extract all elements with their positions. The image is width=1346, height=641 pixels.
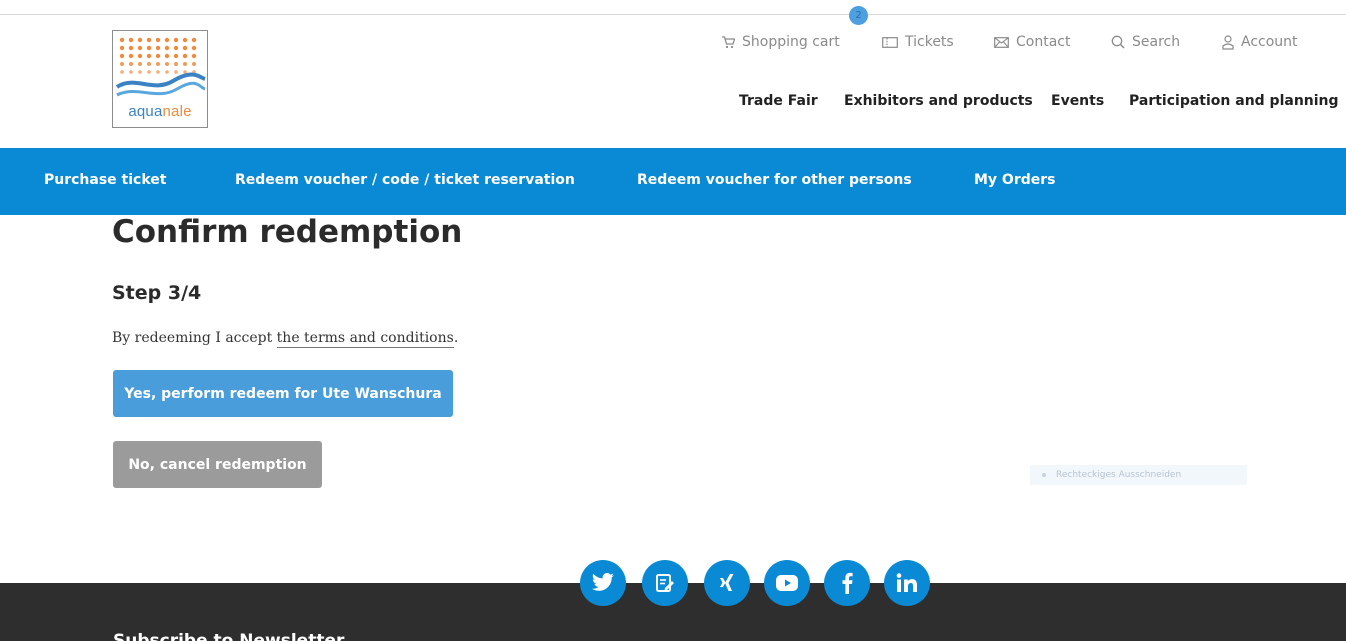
- contact-label: Contact: [1016, 34, 1071, 50]
- envelope-icon: [994, 36, 1009, 48]
- terms-statement: By redeeming I accept the terms and cond…: [112, 330, 459, 348]
- ticket-icon: [882, 36, 898, 48]
- xing-icon[interactable]: [704, 560, 750, 606]
- shopping-cart-label: Shopping cart: [742, 34, 840, 50]
- subnav-redeem-voucher[interactable]: Redeem voucher / code / ticket reservati…: [235, 172, 575, 188]
- aquanale-logo[interactable]: aquanale: [112, 30, 208, 128]
- nav-participation-planning[interactable]: Participation and planning: [1129, 93, 1339, 109]
- linkedin-icon[interactable]: [884, 560, 930, 606]
- user-icon: [1222, 34, 1234, 50]
- logo-text-aqua: aqua: [128, 103, 163, 120]
- logo-wordmark: aquanale: [113, 103, 207, 120]
- shopping-cart-link[interactable]: Shopping cart: [722, 31, 840, 53]
- newsletter-heading: Subscribe to Newsletter: [113, 631, 345, 641]
- youtube-icon[interactable]: [764, 560, 810, 606]
- account-label: Account: [1241, 34, 1298, 50]
- subnav-purchase-ticket[interactable]: Purchase ticket: [44, 172, 166, 188]
- terms-suffix: .: [453, 330, 459, 346]
- top-divider: [0, 14, 1346, 15]
- nav-exhibitors-products[interactable]: Exhibitors and products: [844, 93, 1033, 109]
- confirm-redeem-button[interactable]: Yes, perform redeem for Ute Wanschura: [113, 370, 453, 417]
- subnav-redeem-for-others[interactable]: Redeem voucher for other persons: [637, 172, 912, 188]
- tickets-label: Tickets: [905, 34, 954, 50]
- cart-count-badge: 2: [849, 6, 868, 25]
- subnav-my-orders[interactable]: My Orders: [974, 172, 1056, 188]
- cancel-redemption-button[interactable]: No, cancel redemption: [113, 441, 322, 488]
- nav-trade-fair[interactable]: Trade Fair: [739, 93, 818, 109]
- contact-link[interactable]: Contact: [994, 31, 1070, 53]
- ticket-subnav: Purchase ticket Redeem voucher / code / …: [0, 148, 1346, 215]
- search-link[interactable]: Search: [1111, 31, 1180, 53]
- snipping-overlay-label: Rechteckiges Ausschneiden: [1030, 465, 1247, 485]
- account-link[interactable]: Account: [1222, 31, 1298, 53]
- overlay-label-text: Rechteckiges Ausschneiden: [1056, 470, 1182, 480]
- terms-link[interactable]: the terms and conditions: [276, 330, 454, 348]
- search-label: Search: [1132, 34, 1181, 50]
- logo-text-nale: nale: [162, 103, 192, 120]
- blog-icon[interactable]: [642, 560, 688, 606]
- tickets-link[interactable]: Tickets: [882, 31, 954, 53]
- step-indicator: Step 3/4: [112, 282, 202, 304]
- cart-icon: [722, 35, 735, 48]
- overlay-dot-icon: [1042, 472, 1046, 477]
- page-title: Confirm redemption: [112, 214, 463, 250]
- nav-events[interactable]: Events: [1051, 93, 1104, 109]
- search-icon: [1111, 35, 1125, 49]
- facebook-icon[interactable]: [824, 560, 870, 606]
- terms-prefix: By redeeming I accept: [112, 330, 277, 346]
- twitter-icon[interactable]: [580, 560, 626, 606]
